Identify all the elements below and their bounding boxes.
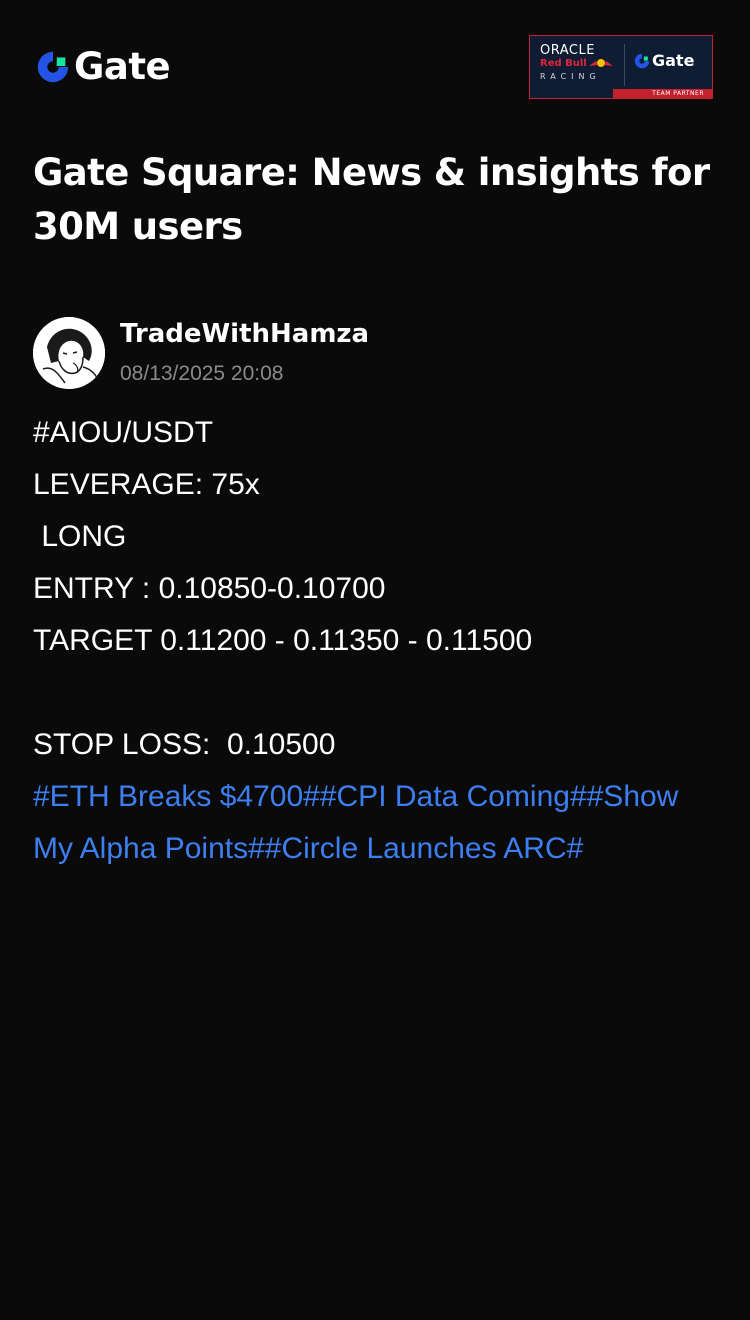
gate-mini-logo: Gate xyxy=(633,51,694,70)
racing-text: RACING xyxy=(540,72,601,81)
gate-mini-text: Gate xyxy=(652,51,695,70)
post-line: STOP LOSS: 0.10500 xyxy=(33,728,336,761)
post-line: ENTRY : 0.10850-0.10700 xyxy=(33,572,386,605)
post-timestamp: 08/13/2025 20:08 xyxy=(120,362,284,385)
redbull-text: Red Bull xyxy=(540,58,587,69)
team-partner-text: TEAM PARTNER xyxy=(652,90,704,97)
author-meta: TradeWithHamza 08/13/2025 20:08 xyxy=(120,317,369,389)
post-line: TARGET 0.11200 - 0.11350 - 0.11500 xyxy=(33,624,533,657)
post-line xyxy=(33,667,723,719)
badge-divider xyxy=(624,44,625,86)
oracle-text: ORACLE xyxy=(540,43,595,58)
author-name[interactable]: TradeWithHamza xyxy=(120,317,369,351)
post-author[interactable]: TradeWithHamza 08/13/2025 20:08 xyxy=(33,317,369,389)
post-line: LONG xyxy=(33,520,127,553)
post-line: #AIOU/USDT xyxy=(33,416,214,449)
gate-mini-icon xyxy=(634,53,650,68)
post-line: LEVERAGE: 75x xyxy=(33,468,260,501)
post-body: #AIOU/USDT LEVERAGE: 75x LONG ENTRY : 0.… xyxy=(33,407,723,875)
avatar[interactable] xyxy=(33,317,105,389)
avatar-illustration xyxy=(33,317,105,389)
redbull-icon xyxy=(589,59,613,67)
gate-logo-text: Gate xyxy=(74,45,171,88)
team-partner-badge: ORACLE Red Bull RACING Gate TEAM PARTNER xyxy=(529,35,713,99)
gate-logo[interactable]: Gate xyxy=(34,45,171,88)
gate-logo-icon xyxy=(37,51,69,83)
page-title: Gate Square: News & insights for 30M use… xyxy=(33,151,710,248)
post-hashtags[interactable]: #ETH Breaks $4700##CPI Data Coming##Show… xyxy=(33,771,723,875)
header: Gate ORACLE Red Bull RACING Gate TEAM PA… xyxy=(0,0,750,140)
